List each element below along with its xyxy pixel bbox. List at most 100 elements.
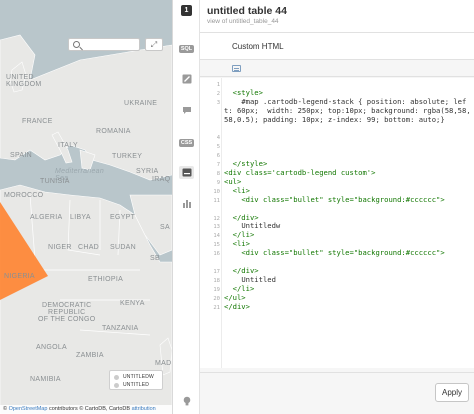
editor-footer: Apply xyxy=(200,372,474,414)
line-number: 6 xyxy=(216,153,220,160)
line-number: 20 xyxy=(213,295,220,302)
code-line: </li> xyxy=(224,230,255,240)
line-number: 21 xyxy=(213,304,220,311)
label-ukraine: UKRAINE xyxy=(124,100,158,107)
editor-toolbar xyxy=(200,60,474,77)
label-united-kingdom: UNITED KINGDOM xyxy=(6,74,42,88)
label-madagascar: MAD xyxy=(155,360,172,367)
line-number: 1 xyxy=(216,82,220,88)
label-namibia: NAMIBIA xyxy=(30,376,61,383)
label-sudan: SUDAN xyxy=(110,244,137,251)
label-saudi: SA xyxy=(160,224,170,231)
cartodb-attribution-link[interactable]: attribution xyxy=(132,406,156,412)
code-line: <div class="bullet" style="background:#c… xyxy=(224,194,445,204)
legend-button[interactable] xyxy=(179,166,194,179)
label-chad: CHAD xyxy=(78,244,100,251)
line-number: 12 xyxy=(213,215,220,222)
line-number-gutter xyxy=(200,78,222,368)
legend-icon xyxy=(182,168,191,177)
label-zambia: ZAMBIA xyxy=(76,352,104,359)
map-search-button[interactable] xyxy=(68,38,140,51)
bar-chart-icon xyxy=(182,200,191,208)
lightbulb-icon xyxy=(183,396,190,405)
label-drc: DEMOCRATIC REPUBLIC OF THE CONGO xyxy=(38,302,96,323)
legend-label: UNTITLED xyxy=(123,382,150,388)
code-line: #map .cartodb-legend-stack { position: a… xyxy=(224,96,471,124)
line-number: 9 xyxy=(216,179,220,186)
code-editor[interactable]: 12 <style> 3 #map .cartodb-legend-stack {… xyxy=(200,78,474,368)
legend-editor-content: Custom HTML 12 <style> 3 #map .cartodb-le… xyxy=(200,32,474,414)
legend-bullet xyxy=(114,382,119,388)
line-number: 3 xyxy=(216,99,220,106)
label-tunisia: TUNISIA xyxy=(40,178,70,185)
legend-label: UNTITLEDW xyxy=(123,374,154,380)
editor-panel: 1 SQL CSS untitled table 44 view of unti… xyxy=(172,0,474,414)
apply-button[interactable]: Apply xyxy=(435,383,469,402)
label-syria: SYRIA xyxy=(136,168,159,175)
legend-tabbar: Custom HTML xyxy=(200,33,474,60)
layer-number-badge[interactable]: 1 xyxy=(181,5,192,16)
table-title[interactable]: untitled table 44 xyxy=(207,5,287,17)
search-icon xyxy=(73,41,80,48)
label-algeria: ALGERIA xyxy=(30,214,63,221)
label-italy: ITALY xyxy=(58,142,78,149)
line-number: 11 xyxy=(213,197,220,204)
line-number: 15 xyxy=(213,242,220,249)
map-view[interactable]: UNITED KINGDOM UKRAINE FRANCE ROMANIA IT… xyxy=(0,0,172,414)
line-number: 18 xyxy=(213,277,220,284)
code-line: </ul> xyxy=(224,292,246,302)
code-line: </li> xyxy=(224,283,255,293)
label-iraq: IRAQ xyxy=(152,176,171,183)
attribution-prefix: © xyxy=(3,406,8,412)
code-line: Untitledw xyxy=(224,221,281,231)
line-number: 10 xyxy=(213,188,220,195)
chart-button[interactable] xyxy=(179,197,194,210)
label-sb: SB xyxy=(150,255,160,262)
fullscreen-button[interactable]: ⤢ xyxy=(145,38,163,51)
code-line: </div> xyxy=(224,301,250,311)
label-spain: SPAIN xyxy=(10,152,32,159)
map-attribution: © OpenStreetMap contributors © CartoDB, … xyxy=(0,405,172,414)
label-morocco: MOROCCO xyxy=(4,192,44,199)
label-egypt: EGYPT xyxy=(110,214,136,221)
label-kenya: KENYA xyxy=(120,300,145,307)
label-ethiopia: ETHIOPIA xyxy=(88,276,124,283)
code-toggle-icon[interactable] xyxy=(232,65,241,72)
line-number: 7 xyxy=(216,162,220,169)
code-line: Untitled xyxy=(224,274,276,284)
legend-item: UNTITLEDW xyxy=(114,373,158,381)
label-libya: LIBYA xyxy=(70,214,91,221)
line-number: 19 xyxy=(213,286,220,293)
line-number: 16 xyxy=(213,251,220,258)
attribution-middle: contributors © CartoDB, CartoDB xyxy=(48,406,131,412)
css-icon: CSS xyxy=(178,138,195,147)
line-number: 13 xyxy=(213,224,220,231)
line-number: 14 xyxy=(213,233,220,240)
custom-html-label: Custom HTML xyxy=(232,42,284,51)
line-number: 8 xyxy=(216,171,220,177)
label-romania: ROMANIA xyxy=(96,128,131,135)
label-tanzania: TANZANIA xyxy=(102,325,139,332)
table-subtitle: view of untitled_table_44 xyxy=(207,18,279,25)
osm-link[interactable]: OpenStreetMap xyxy=(9,406,48,412)
sql-icon: SQL xyxy=(178,44,195,53)
expand-icon: ⤢ xyxy=(150,40,158,49)
code-line: <div class='cartodb-legend custom'> xyxy=(224,168,376,177)
css-button[interactable]: CSS xyxy=(178,136,195,149)
lightbulb-button[interactable] xyxy=(179,394,194,407)
panel-side-rail: 1 SQL CSS xyxy=(173,0,200,414)
speech-bubble-icon xyxy=(182,107,191,114)
line-number: 17 xyxy=(213,268,220,275)
label-nigeria: NIGERIA xyxy=(4,273,35,280)
label-turkey: TURKEY xyxy=(112,153,143,160)
line-number: 2 xyxy=(216,90,220,97)
map-legend: UNTITLEDW UNTITLED xyxy=(109,370,163,390)
sql-button[interactable]: SQL xyxy=(178,42,195,55)
code-line: <ul> xyxy=(224,176,242,186)
line-number: 4 xyxy=(216,135,220,142)
label-angola: ANGOLA xyxy=(36,344,67,351)
brush-icon xyxy=(182,74,191,83)
wizard-button[interactable] xyxy=(179,72,194,85)
infowindow-button[interactable] xyxy=(179,104,194,117)
code-line: <div class="bullet" style="background:#c… xyxy=(224,248,445,258)
